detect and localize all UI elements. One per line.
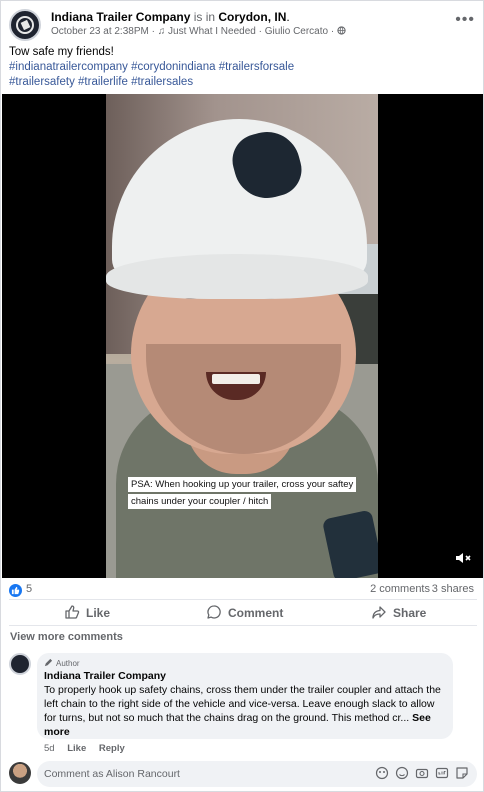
share-count[interactable]: 3 shares [432, 583, 474, 595]
reaction-count[interactable]: 5 [26, 583, 32, 595]
mute-icon[interactable] [453, 548, 473, 568]
comment-label: Comment [228, 606, 284, 620]
like-button[interactable]: Like [64, 603, 110, 623]
like-reaction-icon[interactable] [9, 584, 22, 597]
video-frame: PSA: When hooking up your trailer, cross… [106, 94, 378, 578]
divider [9, 599, 477, 600]
is-in-text: is in [190, 10, 219, 24]
post-meta: October 23 at 2:38PM · ♫ Just What I Nee… [51, 26, 346, 37]
share-label: Share [393, 606, 427, 620]
comment-button[interactable]: Comment [206, 603, 283, 623]
sticker-icon[interactable] [455, 766, 469, 780]
post-header: Indiana Trailer Company is in Corydon, I… [9, 9, 477, 41]
emoji-icon[interactable] [395, 766, 409, 780]
post-card: Indiana Trailer Company is in Corydon, I… [0, 0, 484, 792]
comment-bubble: Author Indiana Trailer Company To proper… [37, 653, 453, 739]
camera-icon[interactable] [415, 766, 429, 780]
globe-icon [337, 26, 346, 37]
share-button[interactable]: Share [371, 603, 426, 623]
comment-reply-button[interactable]: Reply [99, 743, 125, 754]
share-icon [371, 604, 393, 623]
post-title: Indiana Trailer Company is in Corydon, I… [51, 10, 290, 24]
author-badge-label: Author [56, 659, 80, 668]
post-stats: 5 2 comments 3 shares [9, 583, 477, 599]
meta-separator: · [148, 26, 158, 37]
post-date[interactable]: October 23 at 2:38PM [51, 26, 149, 37]
song-link[interactable]: Just What I Needed · Giulio Cercato · [165, 26, 337, 37]
commenter-name[interactable]: Indiana Trailer Company [44, 670, 446, 682]
video-overlay-text: PSA: When hooking up your trailer, cross… [128, 476, 358, 510]
page-name-link[interactable]: Indiana Trailer Company [51, 10, 190, 24]
comment-text: To properly hook up safety chains, cross… [44, 684, 441, 738]
author-badge: Author [44, 658, 446, 669]
comment-like-button[interactable]: Like [67, 743, 86, 754]
pencil-icon [44, 658, 56, 669]
comment-meta: 5d Like Reply [44, 743, 135, 754]
location-suffix: . [286, 10, 290, 24]
comment-input-placeholder: Comment as Alison Rancourt [44, 768, 180, 780]
comment-input-tools [369, 766, 469, 780]
view-more-comments-link[interactable]: View more comments [10, 631, 123, 643]
avatar-sticker-icon[interactable] [375, 766, 389, 780]
post-caption: Tow safe my friends! #indianatrailercomp… [9, 45, 477, 90]
comment-input[interactable]: Comment as Alison Rancourt [37, 761, 477, 787]
comment-icon [206, 604, 228, 623]
like-label: Like [86, 606, 111, 620]
location-link[interactable]: Corydon, IN [218, 10, 286, 24]
current-user-avatar[interactable] [9, 762, 31, 784]
hashtags-line-1[interactable]: #indianatrailercompany #corydonindiana #… [9, 60, 477, 75]
page-avatar-icon[interactable] [9, 9, 41, 41]
more-icon[interactable]: ••• [455, 12, 475, 28]
comment-count[interactable]: 2 comments [370, 583, 430, 595]
video-player[interactable]: PSA: When hooking up your trailer, cross… [2, 94, 483, 578]
gif-icon[interactable] [435, 766, 449, 780]
comment-age[interactable]: 5d [44, 743, 55, 754]
action-bar: Like Comment Share [9, 601, 477, 623]
caption-text: Tow safe my friends! [9, 46, 114, 58]
hashtags-line-2[interactable]: #trailersafety #trailerlife #trailersale… [9, 75, 477, 90]
thumbs-up-icon [64, 604, 86, 623]
commenter-avatar[interactable] [9, 653, 31, 675]
divider [9, 625, 477, 626]
